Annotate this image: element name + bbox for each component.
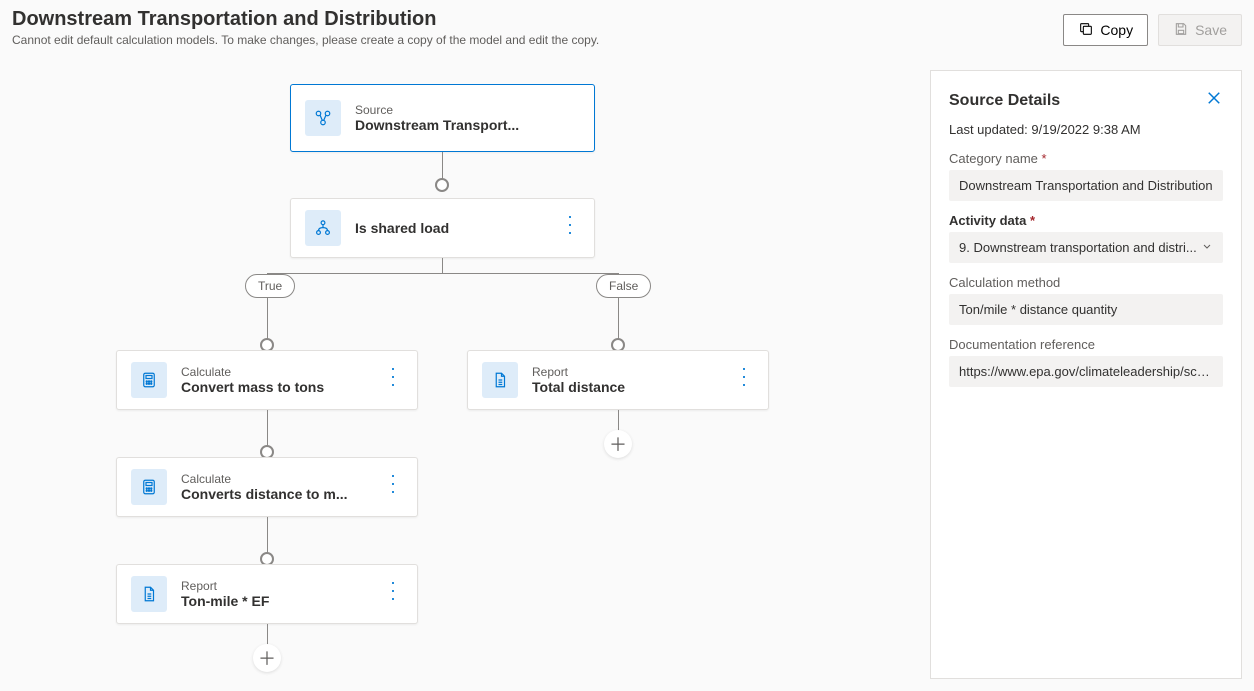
node-type-label: Calculate [181,472,361,486]
connector-line [267,624,268,646]
node-menu-button[interactable]: ··· [371,473,417,502]
more-icon: ··· [385,473,403,497]
connector-line [267,410,268,450]
close-icon [1205,94,1223,111]
page-subtitle: Cannot edit default calculation models. … [12,33,599,47]
connector-dot [435,178,449,192]
plus-icon: ＋ [258,645,276,671]
save-icon [1173,21,1189,40]
calculator-icon [131,469,167,505]
node-menu-button[interactable]: ··· [371,580,417,609]
copy-icon [1078,21,1094,40]
more-icon: ··· [385,366,403,390]
more-icon: ··· [385,580,403,604]
details-panel: Source Details Last updated: 9/19/2022 9… [930,70,1242,679]
calculator-icon [131,362,167,398]
node-menu-button[interactable]: ··· [722,366,768,395]
node-type-label: Report [532,365,712,379]
report-icon [131,576,167,612]
connector-line [267,517,268,557]
connector-line [442,258,443,273]
close-panel-button[interactable] [1205,89,1223,112]
source-icon [305,100,341,136]
calculate-node[interactable]: Calculate Convert mass to tons ··· [116,350,418,410]
connector-line [618,410,619,432]
plus-icon: ＋ [609,431,627,457]
add-node-button[interactable]: ＋ [604,430,632,458]
last-updated-value: 9/19/2022 9:38 AM [1031,122,1140,137]
connector-line [442,152,443,180]
category-field: Downstream Transportation and Distributi… [949,170,1223,201]
node-menu-button[interactable]: ··· [548,214,594,243]
activity-label: Activity data * [949,213,1223,228]
source-node[interactable]: Source Downstream Transport... [290,84,595,152]
doc-label: Documentation reference [949,337,1223,352]
activity-dropdown[interactable]: 9. Downstream transportation and distri.… [949,232,1223,263]
node-title: Converts distance to m... [181,486,361,502]
save-button: Save [1158,14,1242,46]
last-updated-label: Last updated: [949,122,1028,137]
report-node[interactable]: Report Total distance ··· [467,350,769,410]
node-title: Convert mass to tons [181,379,361,395]
node-type-label: Report [181,579,361,593]
save-button-label: Save [1195,22,1227,38]
node-title: Is shared load [355,220,538,236]
panel-title: Source Details [949,92,1060,110]
branch-true-label: True [245,274,295,298]
activity-value: 9. Downstream transportation and distri.… [959,240,1197,255]
condition-icon [305,210,341,246]
node-title: Ton-mile * EF [181,593,361,609]
doc-field: https://www.epa.gov/climateleadership/sc… [949,356,1223,387]
condition-node[interactable]: Is shared load ··· [290,198,595,258]
method-label: Calculation method [949,275,1223,290]
calculate-node[interactable]: Calculate Converts distance to m... ··· [116,457,418,517]
node-menu-button[interactable]: ··· [371,366,417,395]
method-field: Ton/mile * distance quantity [949,294,1223,325]
category-label: Category name * [949,151,1223,166]
copy-button[interactable]: Copy [1063,14,1148,46]
node-type-label: Calculate [181,365,361,379]
more-icon: ··· [736,366,754,390]
node-type-label: Source [355,103,584,117]
branch-false-label: False [596,274,651,298]
connector-line [267,273,619,274]
page-title: Downstream Transportation and Distributi… [12,8,599,31]
report-icon [482,362,518,398]
copy-button-label: Copy [1100,22,1133,38]
chevron-down-icon [1201,240,1213,255]
more-icon: ··· [562,214,580,238]
node-title: Total distance [532,379,712,395]
last-updated: Last updated: 9/19/2022 9:38 AM [949,122,1223,137]
node-title: Downstream Transport... [355,117,584,133]
report-node[interactable]: Report Ton-mile * EF ··· [116,564,418,624]
add-node-button[interactable]: ＋ [253,644,281,672]
